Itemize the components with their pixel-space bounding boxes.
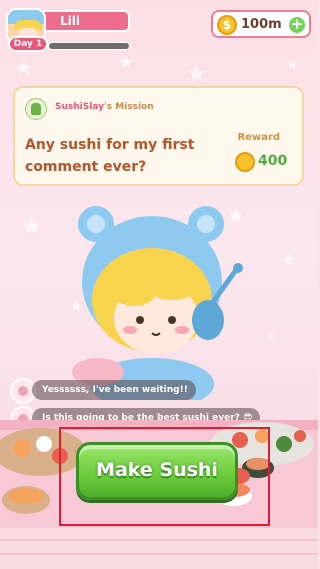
reward-coin-icon bbox=[235, 152, 255, 172]
chat-message-text: Yessssss, I've been waiting!! bbox=[32, 380, 196, 400]
reward-amount: 400 bbox=[258, 153, 288, 169]
make-sushi-button[interactable]: Make Sushi bbox=[76, 442, 238, 500]
reward-label: Reward bbox=[237, 132, 280, 143]
mission-request-text: Any sushi for my first comment ever? bbox=[25, 137, 195, 175]
currency-amount: 100m bbox=[241, 17, 282, 32]
mission-card: SushiSlay's Mission Any sushi for my fir… bbox=[13, 86, 304, 186]
mission-user-name: SushiSlay bbox=[55, 102, 104, 112]
coin-icon: $ bbox=[217, 15, 237, 35]
background-star-icon: ★ bbox=[14, 56, 34, 81]
mission-title: SushiSlay's Mission bbox=[55, 102, 154, 112]
background-star-icon: ★ bbox=[266, 329, 277, 343]
game-screen: ★ ★ ★ ★ ★ ★ ★ ★ ★ Lili Day 1 $ 100m + Su… bbox=[0, 0, 318, 569]
mission-user-avatar-icon bbox=[25, 98, 47, 120]
day-progress-bar bbox=[48, 42, 130, 50]
add-currency-button[interactable]: + bbox=[287, 15, 307, 35]
background-star-icon: ★ bbox=[286, 57, 299, 73]
player-profile[interactable]: Lili Day 1 bbox=[4, 6, 132, 54]
day-badge: Day 1 bbox=[8, 36, 48, 52]
background-star-icon: ★ bbox=[282, 250, 297, 269]
currency-display: $ 100m + bbox=[211, 10, 311, 38]
streamer-character-illustration bbox=[72, 206, 243, 400]
background-star-icon: ★ bbox=[186, 60, 208, 88]
mission-title-suffix: 's Mission bbox=[103, 102, 154, 112]
background-star-icon: ★ bbox=[20, 212, 44, 242]
background-star-icon: ★ bbox=[118, 52, 135, 73]
